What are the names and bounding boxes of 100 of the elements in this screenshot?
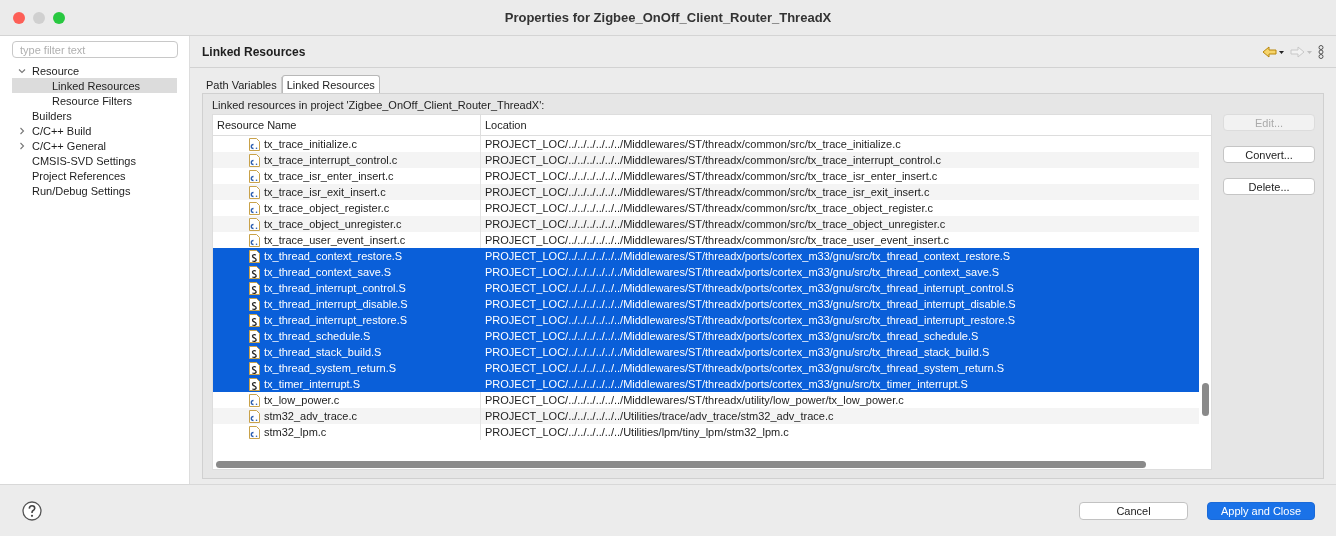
file-name: tx_trace_isr_enter_insert.c <box>264 170 394 182</box>
file-location: PROJECT_LOC/../../../../../../Middlewares/ST/threadx/common/src/tx_trace_isr_enter_insert.c <box>484 170 938 182</box>
table-row[interactable]: tx_thread_system_return.S PROJECT_LOC/../../../../../../Middlewares/ST/threadx/ports/cortex_m33/gnu/src/tx_thread_system_return.S <box>213 360 1200 376</box>
assembly-file-icon <box>249 313 260 327</box>
page-title: Linked Resources <box>202 44 306 59</box>
tree-item[interactable]: C/C++ Build <box>12 123 177 138</box>
file-location: PROJECT_LOC/../../../../../../Middlewares/ST/threadx/ports/cortex_m33/gnu/src/tx_thread_context_save.S <box>484 266 1000 278</box>
horizontal-scrollbar[interactable] <box>216 461 1146 468</box>
tree-item[interactable]: CMSIS-SVD Settings <box>12 153 177 168</box>
vertical-scrollbar[interactable] <box>1202 383 1210 416</box>
file-location: PROJECT_LOC/../../../../../../Middlewares/ST/threadx/ports/cortex_m33/gnu/src/tx_thread_context_restore.S <box>484 250 1011 262</box>
assembly-file-icon <box>249 345 260 359</box>
file-name: tx_trace_isr_exit_insert.c <box>264 186 386 198</box>
file-name: tx_thread_interrupt_control.S <box>264 282 406 294</box>
file-name: tx_trace_object_register.c <box>264 202 390 214</box>
tree-item[interactable]: C/C++ General <box>12 138 177 153</box>
assembly-file-icon <box>249 265 260 279</box>
file-name: stm32_lpm.c <box>264 426 327 438</box>
tree-item[interactable]: Resource Filters <box>12 93 177 108</box>
c-file-icon <box>249 185 260 199</box>
c-file-icon <box>249 233 260 247</box>
filter-field[interactable]: type filter text <box>12 41 178 58</box>
file-location: PROJECT_LOC/../../../../../../Middlewares/ST/threadx/ports/cortex_m33/gnu/src/tx_thread_interrupt_disable.S <box>484 298 1016 310</box>
c-file-icon <box>249 153 260 167</box>
close-button[interactable] <box>13 11 25 24</box>
file-location: PROJECT_LOC/../../../../../../Middlewares/ST/threadx/common/src/tx_trace_object_register.c <box>484 202 934 214</box>
zoom-button[interactable] <box>53 11 65 24</box>
chevron-right-icon[interactable] <box>18 141 26 150</box>
assembly-file-icon <box>249 361 260 375</box>
table-row[interactable]: tx_thread_schedule.S PROJECT_LOC/../../../../../../Middlewares/ST/threadx/ports/cortex_m33/gnu/src/tx_thread_schedule.S <box>213 328 1200 344</box>
tree-item[interactable]: Linked Resources <box>12 78 177 93</box>
assembly-file-icon <box>249 297 260 311</box>
table-row[interactable]: tx_thread_interrupt_control.S PROJECT_LOC/../../../../../../Middlewares/ST/threadx/ports/cortex_m33/gnu/src/tx_thread_interrupt_control.S <box>213 280 1200 296</box>
assembly-file-icon <box>249 329 260 343</box>
file-location: PROJECT_LOC/../../../../../../Utilities/trace/adv_trace/stm32_adv_trace.c <box>484 410 834 422</box>
file-name: tx_trace_user_event_insert.c <box>264 234 406 246</box>
file-name: tx_thread_context_restore.S <box>264 250 403 262</box>
table-row[interactable]: tx_thread_interrupt_disable.S PROJECT_LOC/../../../../../../Middlewares/ST/threadx/ports/cortex_m33/gnu/src/tx_thread_interrupt_disable.S <box>213 296 1200 312</box>
table-row[interactable]: tx_thread_interrupt_restore.S PROJECT_LOC/../../../../../../Middlewares/ST/threadx/ports/cortex_m33/gnu/src/tx_thread_interrupt_restore.S <box>213 312 1200 328</box>
file-name: tx_trace_object_unregister.c <box>264 218 402 230</box>
file-location: PROJECT_LOC/../../../../../../Middlewares/ST/threadx/ports/cortex_m33/gnu/src/tx_thread_stack_build.S <box>484 346 990 358</box>
column-header[interactable]: Location <box>481 119 1212 131</box>
file-name: tx_thread_system_return.S <box>264 362 397 374</box>
table-row[interactable]: tx_thread_context_save.S PROJECT_LOC/../../../../../../Middlewares/ST/threadx/ports/cortex_m33/gnu/src/tx_thread_context_save.S <box>213 264 1200 280</box>
file-location: PROJECT_LOC/../../../../../../Middlewares/ST/threadx/common/src/tx_trace_isr_exit_insert.c <box>484 186 930 198</box>
file-name: tx_trace_interrupt_control.c <box>264 154 398 166</box>
tree-item[interactable]: Builders <box>12 108 177 123</box>
table-row[interactable]: tx_timer_interrupt.S PROJECT_LOC/../../../../../../Middlewares/ST/threadx/ports/cortex_m33/gnu/src/tx_timer_interrupt.S <box>213 376 1200 392</box>
action-button[interactable]: Convert... <box>1223 146 1315 163</box>
c-file-icon <box>249 169 260 183</box>
table-row[interactable]: tx_trace_interrupt_control.c PROJECT_LOC/../../../../../../Middlewares/ST/threadx/common/src/tx_trace_interrupt_control.c <box>213 152 1200 168</box>
file-location: PROJECT_LOC/../../../../../../Middlewares/ST/threadx/common/src/tx_trace_initialize.c <box>484 138 901 150</box>
file-location: PROJECT_LOC/../../../../../../Middlewares/ST/threadx/common/src/tx_trace_interrupt_control.c <box>484 154 942 166</box>
file-location: PROJECT_LOC/../../../../../../Middlewares/ST/threadx/ports/cortex_m33/gnu/src/tx_thread_interrupt_restore.S <box>484 314 1016 326</box>
file-name: tx_low_power.c <box>264 394 340 406</box>
table-row[interactable]: stm32_lpm.c PROJECT_LOC/../../../../../../Utilities/lpm/tiny_lpm/stm32_lpm.c <box>213 424 1200 440</box>
file-name: tx_thread_interrupt_restore.S <box>264 314 408 326</box>
file-location: PROJECT_LOC/../../../../../../Middlewares/ST/threadx/common/src/tx_trace_user_event_insert.c <box>484 234 949 246</box>
c-file-icon <box>249 393 260 407</box>
c-file-icon <box>249 137 260 151</box>
c-file-icon <box>249 425 260 439</box>
description-text: Linked resources in project 'Zigbee_OnOff_Client_Router_ThreadX': <box>212 99 546 113</box>
file-location: PROJECT_LOC/../../../../../../Middlewares/ST/threadx/common/src/tx_trace_object_unregister.c <box>484 218 946 230</box>
file-location: PROJECT_LOC/../../../../../../Middlewares/ST/threadx/ports/cortex_m33/gnu/src/tx_timer_interrupt.S <box>484 378 968 390</box>
table-row[interactable]: tx_thread_stack_build.S PROJECT_LOC/../../../../../../Middlewares/ST/threadx/ports/cortex_m33/gnu/src/tx_thread_stack_build.S <box>213 344 1200 360</box>
assembly-file-icon <box>249 281 260 295</box>
c-file-icon <box>249 409 260 423</box>
file-name: tx_thread_schedule.S <box>264 330 371 342</box>
file-name: tx_timer_interrupt.S <box>264 378 360 390</box>
more-options-icon[interactable] <box>1318 44 1324 59</box>
window-title: Properties for Zigbee_OnOff_Client_Router_ThreadX <box>504 10 832 25</box>
table-row[interactable]: tx_thread_context_restore.S PROJECT_LOC/../../../../../../Middlewares/ST/threadx/ports/cortex_m33/gnu/src/tx_thread_context_restore.S <box>213 248 1200 264</box>
back-arrow-icon[interactable] <box>1262 45 1284 58</box>
file-name: tx_thread_stack_build.S <box>264 346 382 358</box>
cancel-button[interactable]: Cancel <box>1079 501 1188 520</box>
c-file-icon <box>249 217 260 231</box>
help-icon[interactable] <box>22 500 42 521</box>
column-header[interactable]: Resource Name <box>217 119 297 131</box>
chevron-down-icon[interactable] <box>18 66 26 75</box>
tab[interactable]: Linked Resources <box>281 75 380 93</box>
tree-item[interactable]: Run/Debug Settings <box>12 183 177 198</box>
file-name: tx_thread_interrupt_disable.S <box>264 298 408 310</box>
table-row[interactable]: tx_trace_object_unregister.c PROJECT_LOC/../../../../../../Middlewares/ST/threadx/common/src/tx_trace_object_unregister.c <box>213 216 1200 232</box>
file-location: PROJECT_LOC/../../../../../../Utilities/lpm/tiny_lpm/stm32_lpm.c <box>484 426 789 438</box>
file-location: PROJECT_LOC/../../../../../../Middlewares/ST/threadx/ports/cortex_m33/gnu/src/tx_thread_system_return.S <box>484 362 1005 374</box>
file-location: PROJECT_LOC/../../../../../../Middlewares/ST/threadx/ports/cortex_m33/gnu/src/tx_thread_schedule.S <box>484 330 979 342</box>
tree-item[interactable]: Resource <box>12 63 177 78</box>
action-button[interactable]: Delete... <box>1223 178 1315 195</box>
table-row[interactable]: tx_trace_isr_exit_insert.c PROJECT_LOC/../../../../../../Middlewares/ST/threadx/common/src/tx_trace_isr_exit_insert.c <box>213 184 1200 200</box>
file-name: tx_thread_context_save.S <box>264 266 392 278</box>
file-name: stm32_adv_trace.c <box>264 410 357 422</box>
assembly-file-icon <box>249 377 260 391</box>
file-location: PROJECT_LOC/../../../../../../Middlewares/ST/threadx/ports/cortex_m33/gnu/src/tx_thread_interrupt_control.S <box>484 282 1014 294</box>
file-location: PROJECT_LOC/../../../../../../Middlewares/ST/threadx/utility/low_power/tx_low_power.c <box>484 394 904 406</box>
table-row[interactable]: stm32_adv_trace.c PROJECT_LOC/../../../../../../Utilities/trace/adv_trace/stm32_adv_trace.c <box>213 408 1200 424</box>
apply-and-close-button[interactable]: Apply and Close <box>1207 501 1315 520</box>
chevron-right-icon[interactable] <box>18 126 26 135</box>
assembly-file-icon <box>249 249 260 263</box>
c-file-icon <box>249 201 260 215</box>
tree-item[interactable]: Project References <box>12 168 177 183</box>
